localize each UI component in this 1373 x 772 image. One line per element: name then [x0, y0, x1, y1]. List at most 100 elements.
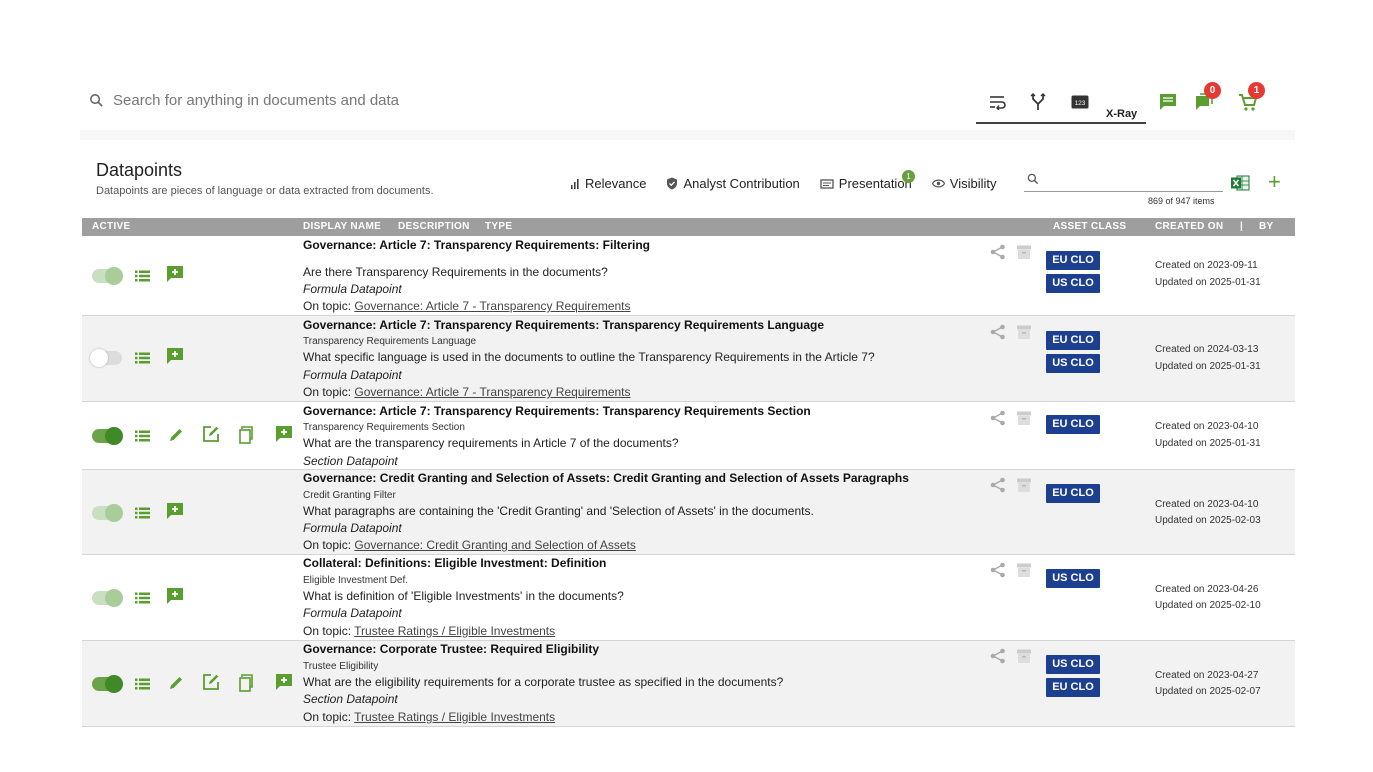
datapoint-description: Trustee Eligibility [303, 661, 379, 672]
active-toggle[interactable] [90, 349, 122, 367]
page-title: Datapoints [96, 160, 183, 180]
active-toggle[interactable] [92, 427, 123, 445]
list-icon[interactable] [133, 349, 151, 367]
active-toggle[interactable] [92, 267, 123, 285]
pencil-icon[interactable] [167, 426, 185, 444]
filter-visibility[interactable]: Visibility [931, 176, 997, 191]
topic-link[interactable]: Governance: Article 7 - Transparency Req… [354, 385, 630, 399]
created-date: Created on 2023-04-27 [1155, 670, 1259, 681]
datapoint-question: What specific language is used in the do… [303, 350, 875, 364]
topic-link[interactable]: Trustee Ratings / Eligible Investments [354, 624, 555, 638]
archive-icon[interactable] [1016, 648, 1034, 666]
header-created-on[interactable]: CREATED ON [1155, 221, 1223, 232]
table-row: Collateral: Definitions: Eligible Invest… [82, 555, 1295, 641]
share-icon[interactable] [990, 410, 1008, 428]
presentation-icon [820, 178, 834, 189]
list-icon[interactable] [133, 427, 151, 445]
copy-icon[interactable] [238, 674, 256, 692]
datapoint-title[interactable]: Governance: Credit Granting and Selectio… [303, 471, 909, 485]
item-count: 869 of 947 items [1148, 196, 1215, 206]
share-icon[interactable] [990, 477, 1008, 495]
presentation-badge: 1 [902, 170, 915, 183]
datapoint-title[interactable]: Governance: Article 7: Transparency Requ… [303, 238, 650, 252]
excel-icon[interactable] [1230, 174, 1250, 197]
filter-presentation[interactable]: Presentation [820, 176, 912, 191]
chat-icon[interactable]: 0 [1194, 82, 1221, 114]
add-comment-icon[interactable] [166, 502, 184, 520]
asset-class-badge: US CLO [1046, 655, 1100, 674]
active-toggle[interactable] [92, 589, 123, 607]
merge-icon[interactable] [1028, 92, 1048, 112]
datapoint-topic: On topic: Governance: Article 7 - Transp… [303, 299, 631, 313]
archive-icon[interactable] [1016, 410, 1034, 428]
filter-bar: Relevance Analyst Contribution Presentat… [570, 176, 1017, 191]
active-toggle[interactable] [92, 504, 123, 522]
filter-analyst-contribution[interactable]: Analyst Contribution [666, 176, 800, 191]
datapoint-type: Formula Datapoint [303, 368, 402, 382]
table-row: Governance: Article 7: Transparency Requ… [82, 236, 1295, 316]
topic-link[interactable]: Trustee Ratings / Eligible Investments [354, 710, 555, 724]
xray-label[interactable]: X-Ray [1106, 108, 1137, 120]
datapoint-question: What are the eligibility requirements fo… [303, 675, 784, 689]
comment-icon[interactable] [1158, 92, 1180, 114]
add-comment-icon[interactable] [166, 347, 184, 365]
datapoint-title[interactable]: Governance: Corporate Trustee: Required … [303, 642, 599, 656]
list-icon[interactable] [133, 675, 151, 693]
wrap-text-icon[interactable] [988, 92, 1008, 112]
datapoint-question: Are there Transparency Requirements in t… [303, 265, 608, 279]
share-icon[interactable] [990, 244, 1008, 262]
header-type[interactable]: TYPE [485, 221, 512, 232]
table-header: ACTIVE DISPLAY NAME DESCRIPTION TYPE ASS… [82, 218, 1295, 236]
header-by[interactable]: BY [1259, 221, 1274, 232]
datapoint-type: Formula Datapoint [303, 282, 402, 296]
plus-icon[interactable]: + [1268, 171, 1281, 193]
header-display-name[interactable]: DISPLAY NAME [303, 221, 381, 232]
filter-relevance-label: Relevance [585, 176, 647, 191]
active-toggle[interactable] [92, 675, 123, 693]
filter-relevance[interactable]: Relevance [570, 176, 646, 191]
filter-visibility-label: Visibility [949, 176, 997, 191]
eye-icon [931, 179, 945, 188]
archive-icon[interactable] [1016, 324, 1034, 342]
header-active[interactable]: ACTIVE [92, 221, 130, 232]
table-row: Governance: Corporate Trustee: Required … [82, 641, 1295, 727]
updated-date: Updated on 2025-01-31 [1155, 361, 1261, 372]
archive-icon[interactable] [1016, 562, 1034, 580]
share-icon[interactable] [990, 648, 1008, 666]
add-comment-icon[interactable] [275, 425, 293, 443]
header-asset-class[interactable]: ASSET CLASS [1053, 221, 1126, 232]
datapoint-question: What is definition of 'Eligible Investme… [303, 589, 624, 603]
copy-icon[interactable] [238, 426, 256, 444]
archive-icon[interactable] [1016, 477, 1034, 495]
list-icon[interactable] [133, 589, 151, 607]
edit-box-icon[interactable] [202, 673, 220, 691]
topic-link[interactable]: Governance: Credit Granting and Selectio… [354, 538, 636, 552]
global-search-input[interactable] [113, 92, 613, 109]
global-search [88, 92, 613, 109]
pencil-icon[interactable] [167, 674, 185, 692]
share-icon[interactable] [990, 324, 1008, 342]
share-icon[interactable] [990, 562, 1008, 580]
add-comment-icon[interactable] [166, 587, 184, 605]
add-comment-icon[interactable] [275, 673, 293, 691]
cart-icon[interactable]: 1 [1238, 82, 1265, 114]
datapoint-title[interactable]: Governance: Article 7: Transparency Requ… [303, 318, 824, 332]
topic-link[interactable]: Governance: Article 7 - Transparency Req… [354, 299, 630, 313]
datapoint-search-input[interactable] [1046, 171, 1216, 185]
add-comment-icon[interactable] [166, 265, 184, 283]
edit-box-icon[interactable] [202, 425, 220, 443]
list-icon[interactable] [133, 504, 151, 522]
datapoint-question: What are the transparency requirements i… [303, 436, 679, 450]
header-description[interactable]: DESCRIPTION [398, 221, 470, 232]
datapoint-question: What paragraphs are containing the 'Cred… [303, 504, 814, 518]
archive-icon[interactable] [1016, 244, 1034, 262]
svg-text:123: 123 [1075, 100, 1086, 107]
datapoint-title[interactable]: Collateral: Definitions: Eligible Invest… [303, 556, 606, 570]
datapoint-title[interactable]: Governance: Article 7: Transparency Requ… [303, 404, 811, 418]
asset-class-badge: EU CLO [1046, 331, 1100, 350]
list-icon[interactable] [133, 267, 151, 285]
updated-date: Updated on 2025-01-31 [1155, 277, 1261, 288]
numbers-icon[interactable]: 123 [1070, 92, 1090, 112]
top-bar: 123 X-Ray 0 1 [80, 80, 1295, 128]
toolbar: 123 X-Ray [976, 88, 1146, 124]
